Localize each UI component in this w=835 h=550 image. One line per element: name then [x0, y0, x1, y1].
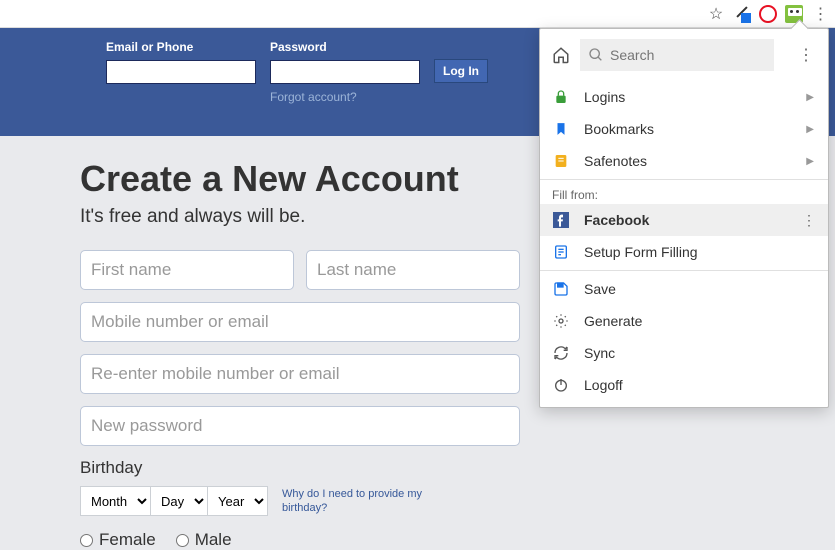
- opera-icon[interactable]: [759, 5, 777, 23]
- birthday-label: Birthday: [80, 458, 520, 478]
- first-name-input[interactable]: [80, 250, 294, 290]
- male-radio[interactable]: [176, 534, 189, 547]
- power-icon: [552, 376, 570, 394]
- female-radio[interactable]: [80, 534, 93, 547]
- gender-male-option[interactable]: Male: [176, 530, 232, 550]
- signup-subtitle: It's free and always will be.: [80, 206, 520, 228]
- password-input[interactable]: [270, 60, 420, 84]
- generate-menu-item[interactable]: Generate: [540, 305, 828, 337]
- lock-icon: [552, 88, 570, 106]
- roboform-popup: ⋮ Logins ▶ Bookmarks ▶ Safenotes ▶ Fill …: [539, 28, 829, 408]
- password-label: Password: [270, 40, 420, 54]
- home-icon[interactable]: [552, 46, 570, 64]
- chevron-right-icon: ▶: [806, 156, 814, 167]
- setup-form-filling-item[interactable]: Setup Form Filling: [540, 236, 828, 268]
- save-icon: [552, 280, 570, 298]
- chevron-right-icon: ▶: [806, 92, 814, 103]
- bookmark-star-icon[interactable]: ☆: [707, 5, 725, 23]
- browser-toolbar: ☆ ⋮: [0, 0, 835, 28]
- facebook-icon: [552, 211, 570, 229]
- birthday-why-link[interactable]: Why do I need to provide my birthday?: [282, 487, 422, 516]
- logins-menu-item[interactable]: Logins ▶: [540, 81, 828, 113]
- signup-title: Create a New Account: [80, 158, 520, 200]
- safenotes-menu-item[interactable]: Safenotes ▶: [540, 145, 828, 177]
- forgot-account-link[interactable]: Forgot account?: [270, 90, 420, 104]
- save-menu-item[interactable]: Save: [540, 273, 828, 305]
- signup-form: Create a New Account It's free and alway…: [0, 136, 520, 550]
- fill-from-label: Fill from:: [540, 182, 828, 204]
- sync-menu-item[interactable]: Sync: [540, 337, 828, 369]
- popup-search-input[interactable]: [580, 39, 774, 71]
- bookmarks-menu-item[interactable]: Bookmarks ▶: [540, 113, 828, 145]
- browser-menu-icon[interactable]: ⋮: [811, 5, 829, 23]
- separator: [540, 179, 828, 180]
- separator: [540, 270, 828, 271]
- popup-search-menu-icon[interactable]: ⋮: [794, 45, 818, 65]
- chevron-right-icon: ▶: [806, 124, 814, 135]
- bookmark-icon: [552, 120, 570, 138]
- birthday-month-select[interactable]: Month: [80, 486, 151, 516]
- generate-icon: [552, 312, 570, 330]
- wand-extension-icon[interactable]: [733, 5, 751, 23]
- search-icon: [588, 47, 604, 63]
- new-password-input[interactable]: [80, 406, 520, 446]
- reenter-mobile-email-input[interactable]: [80, 354, 520, 394]
- last-name-input[interactable]: [306, 250, 520, 290]
- gender-female-option[interactable]: Female: [80, 530, 156, 550]
- note-icon: [552, 152, 570, 170]
- fill-from-facebook-item[interactable]: Facebook ⋮: [540, 204, 828, 236]
- form-icon: [552, 243, 570, 261]
- birthday-year-select[interactable]: Year: [207, 486, 268, 516]
- sync-icon: [552, 344, 570, 362]
- login-button[interactable]: Log In: [434, 59, 488, 83]
- facebook-item-menu-icon[interactable]: ⋮: [802, 212, 816, 229]
- logoff-menu-item[interactable]: Logoff: [540, 369, 828, 401]
- mobile-email-input[interactable]: [80, 302, 520, 342]
- email-input[interactable]: [106, 60, 256, 84]
- birthday-day-select[interactable]: Day: [150, 486, 208, 516]
- email-label: Email or Phone: [106, 40, 256, 54]
